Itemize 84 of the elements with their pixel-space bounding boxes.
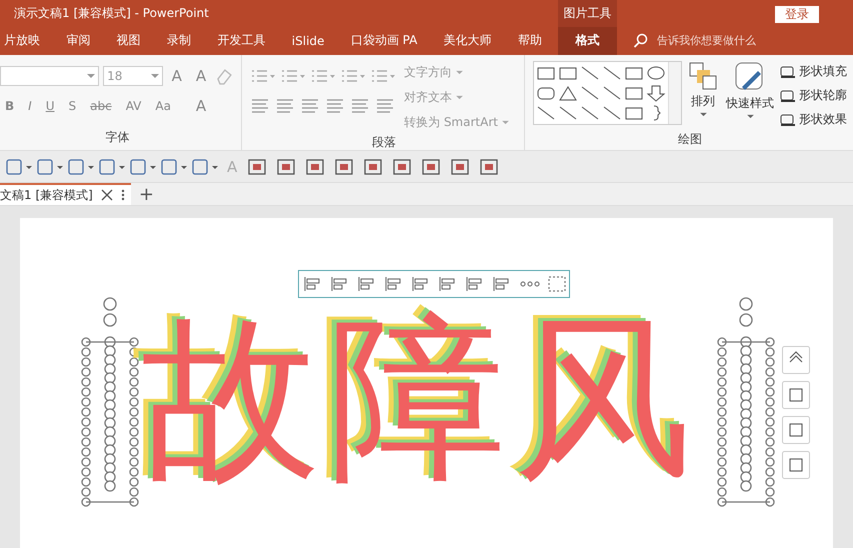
more-icon[interactable] bbox=[120, 189, 125, 202]
ribbon-tab[interactable]: iSlide bbox=[288, 27, 328, 55]
dropdown-caret-icon bbox=[150, 72, 159, 79]
ribbon-tab[interactable]: 美化大师 bbox=[440, 27, 496, 55]
login-button[interactable]: 登录 bbox=[775, 6, 819, 23]
tell-me-field[interactable]: 告诉我你想要做什么 bbox=[655, 33, 819, 48]
shape-format-command[interactable]: 形状效果 bbox=[780, 108, 847, 131]
button-label: 快速样式 bbox=[726, 94, 774, 112]
dropdown-caret-icon bbox=[700, 112, 706, 117]
arrange-button[interactable]: 排列 bbox=[686, 60, 720, 117]
format-button[interactable]: Aa bbox=[150, 98, 176, 113]
font-size-step-button[interactable]: A bbox=[190, 66, 212, 85]
shape-icon[interactable] bbox=[580, 104, 600, 122]
format-button[interactable]: S bbox=[64, 98, 82, 113]
new-tab-button[interactable]: + bbox=[130, 183, 162, 206]
arrange-icon bbox=[688, 60, 718, 91]
shape-icon[interactable] bbox=[558, 104, 578, 122]
align-text-icon[interactable] bbox=[250, 96, 271, 115]
shape-icon[interactable] bbox=[558, 84, 578, 102]
ribbon-tab[interactable]: 帮助 bbox=[514, 27, 546, 55]
font-size-field[interactable]: 18 bbox=[103, 66, 163, 86]
toolbar-tool-icon[interactable] bbox=[97, 156, 127, 177]
shape-icon[interactable] bbox=[646, 64, 666, 82]
shape-format-command[interactable]: 形状填充 bbox=[780, 60, 847, 83]
shape-icon[interactable] bbox=[602, 104, 622, 122]
dropdown-caret-icon bbox=[456, 70, 463, 75]
document-tab[interactable]: 文稿1 [兼容模式] bbox=[0, 183, 131, 206]
layout-option-icon[interactable] bbox=[782, 416, 810, 444]
font-size-step-button[interactable]: A bbox=[166, 66, 187, 85]
layout-option-icon[interactable] bbox=[782, 451, 810, 480]
align-text-icon[interactable] bbox=[375, 96, 396, 115]
ribbon-tab[interactable]: 开发工具 bbox=[213, 27, 270, 55]
shape-icon[interactable] bbox=[602, 84, 622, 102]
close-icon[interactable] bbox=[100, 189, 113, 202]
ribbon-tab[interactable]: 格式 bbox=[558, 27, 617, 55]
quick-styles-button[interactable]: 快速样式 bbox=[724, 60, 776, 119]
group-label: 段落 bbox=[371, 134, 397, 151]
paragraph-command[interactable]: 转换为 SmartArt bbox=[402, 110, 511, 134]
shape-icon[interactable] bbox=[646, 84, 666, 102]
dropdown-caret-icon bbox=[456, 94, 463, 100]
align-text-icon[interactable] bbox=[325, 96, 346, 115]
toolbar-tool-icon[interactable] bbox=[190, 156, 220, 177]
shape-format-icon bbox=[780, 64, 796, 79]
font-name-field[interactable] bbox=[0, 66, 100, 86]
format-button[interactable]: I bbox=[23, 98, 37, 113]
format-button[interactable]: AV bbox=[120, 98, 146, 113]
shape-icon[interactable] bbox=[602, 64, 622, 82]
ribbon-tab[interactable]: 片放映 bbox=[0, 27, 44, 55]
align-text-icon[interactable] bbox=[275, 96, 296, 115]
group-label: 绘图 bbox=[677, 130, 703, 148]
format-button[interactable]: abc bbox=[85, 98, 117, 113]
format-button[interactable]: U bbox=[40, 98, 60, 113]
dropdown-caret-icon bbox=[87, 72, 96, 79]
ribbon-tab[interactable]: 录制 bbox=[163, 27, 196, 55]
ribbon-tab[interactable]: 审阅 bbox=[62, 27, 94, 55]
group-select-icon[interactable] bbox=[546, 275, 568, 294]
shape-gallery[interactable] bbox=[533, 60, 682, 125]
dropdown-caret-icon bbox=[746, 114, 754, 119]
ribbon-tab[interactable]: 视图 bbox=[112, 27, 145, 55]
align-text-icon[interactable] bbox=[300, 96, 321, 115]
window-title: 演示文稿1 [兼容模式] - PowerPoint bbox=[13, 5, 209, 22]
shape-icon[interactable] bbox=[536, 104, 556, 122]
ribbon-tab[interactable]: 口袋动画 PA bbox=[346, 27, 422, 55]
gallery-scrollbar[interactable] bbox=[668, 62, 681, 124]
toolbar-tool-icon[interactable] bbox=[4, 156, 34, 177]
align-text-icon[interactable] bbox=[350, 96, 371, 115]
shape-format-command[interactable]: 形状轮廓 bbox=[780, 84, 847, 107]
format-button[interactable]: A bbox=[180, 96, 212, 115]
toolbar-tool-icon[interactable] bbox=[66, 156, 96, 177]
shape-format-icon bbox=[780, 88, 796, 103]
button-label: 排列 bbox=[691, 92, 715, 110]
toolbar-tool-icon[interactable] bbox=[128, 156, 158, 177]
search-icon bbox=[633, 32, 649, 49]
contextual-tab-group: 图片工具 bbox=[558, 0, 617, 27]
format-button[interactable]: B bbox=[0, 98, 20, 113]
shape-icon[interactable] bbox=[580, 84, 600, 102]
toolbar-tool-icon[interactable] bbox=[159, 156, 189, 177]
layout-option-icon[interactable] bbox=[782, 381, 810, 410]
layout-option-icon[interactable] bbox=[782, 346, 810, 374]
dropdown-caret-icon bbox=[502, 120, 509, 125]
shape-format-icon bbox=[780, 112, 796, 127]
group-label: 字体 bbox=[104, 128, 130, 146]
shape-icon[interactable] bbox=[580, 64, 600, 82]
toolbar-tool-icon[interactable] bbox=[35, 156, 65, 177]
